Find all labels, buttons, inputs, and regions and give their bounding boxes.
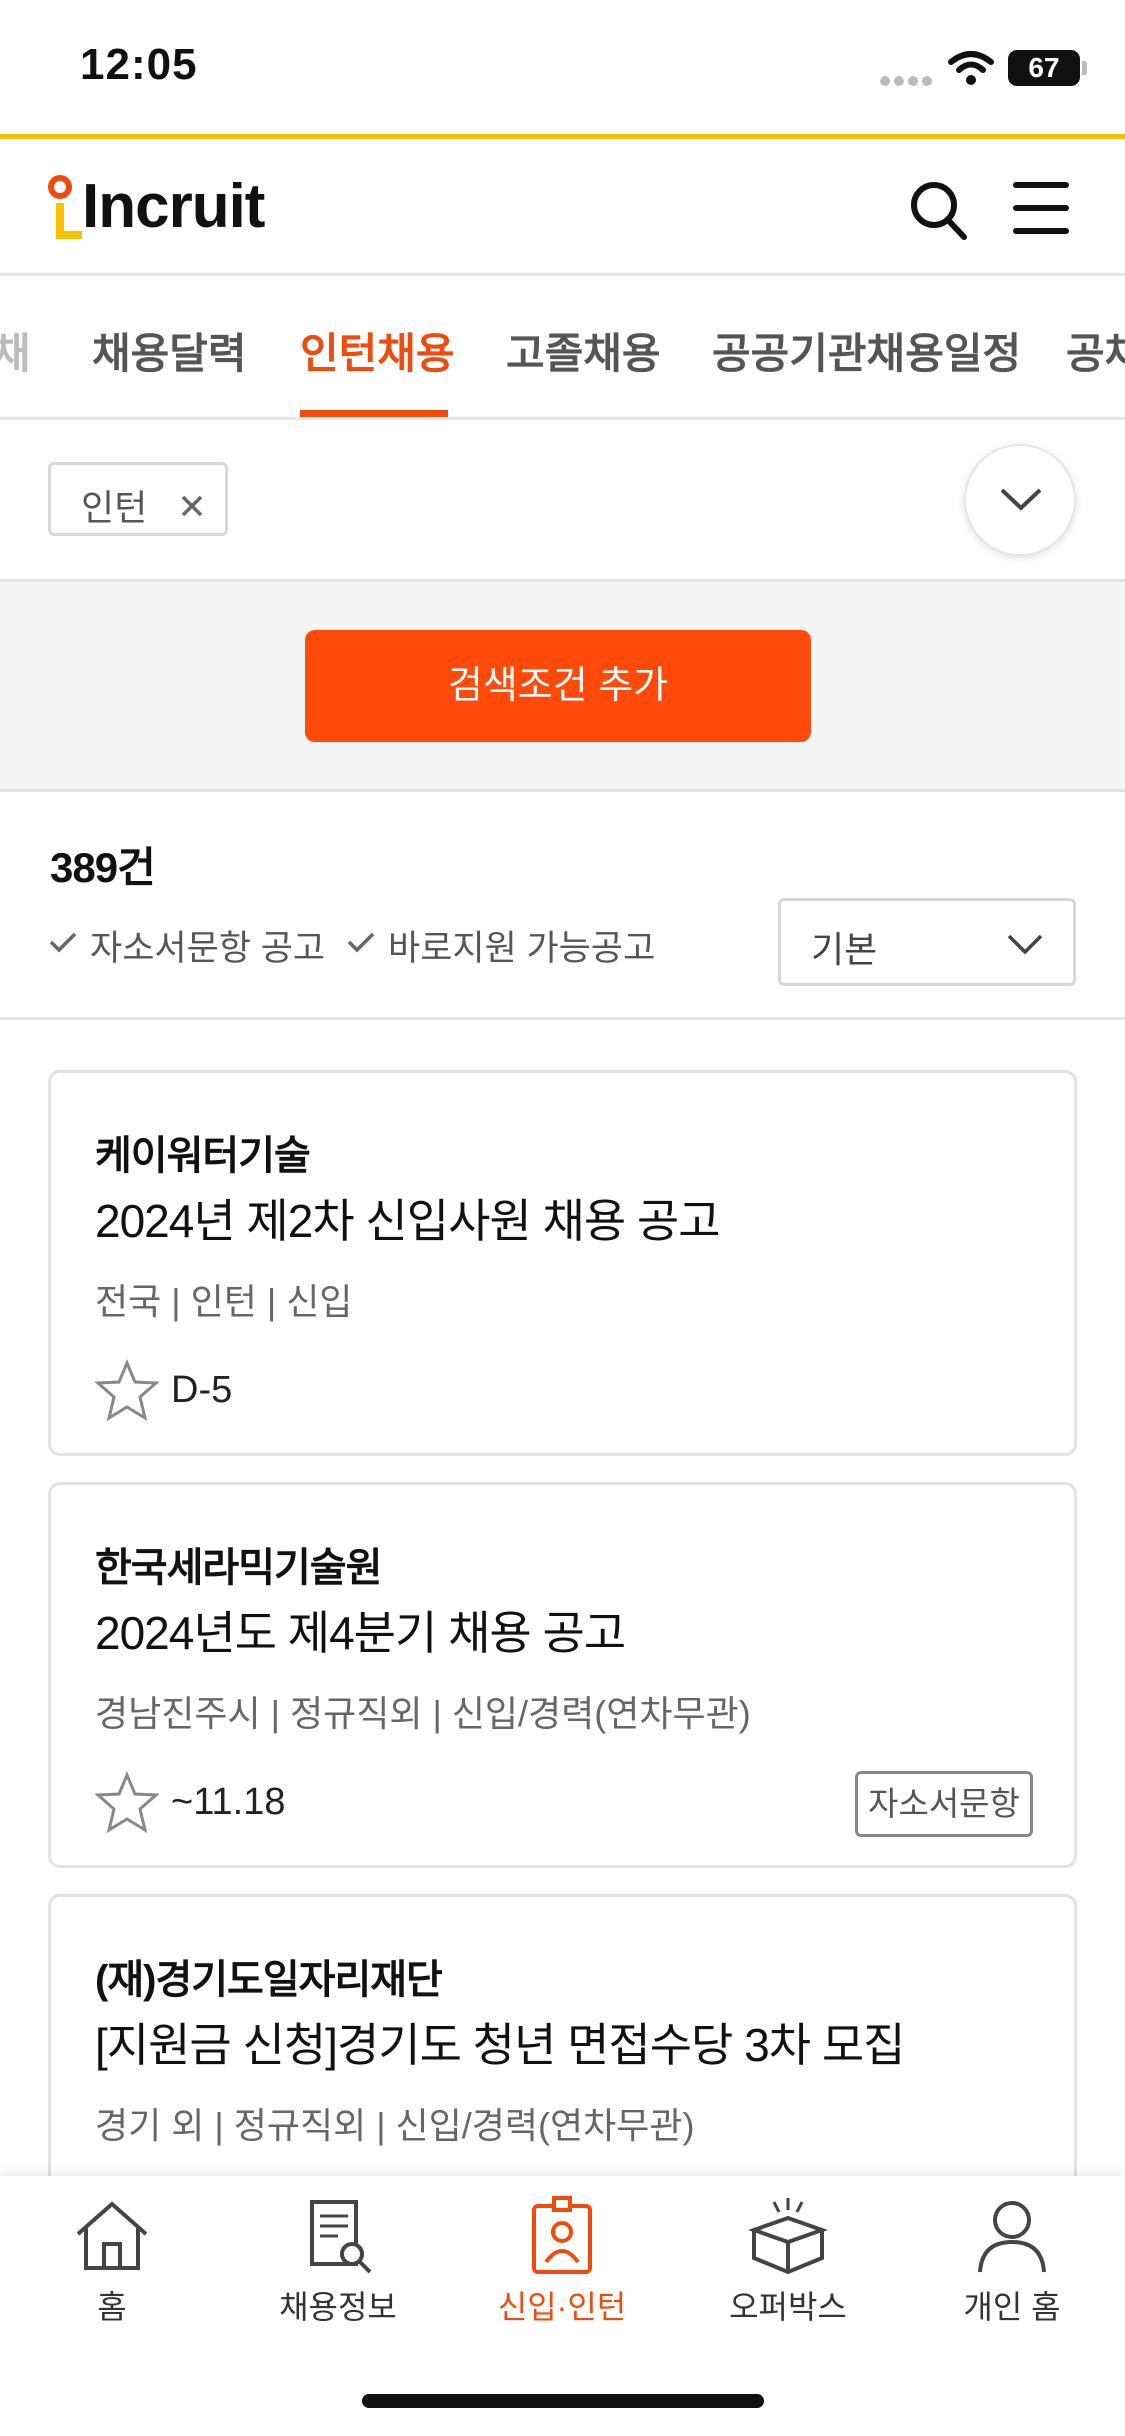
id-badge-icon bbox=[532, 2196, 592, 2274]
tab-public-schedule[interactable]: 공공기관채용일정 bbox=[712, 320, 1021, 381]
cellular-signal-icon bbox=[880, 73, 936, 86]
chevron-down-icon bbox=[1007, 934, 1043, 955]
job-card[interactable]: 케이워터기술 2024년 제2차 신입사원 채용 공고 전국 | 인턴 | 신입… bbox=[48, 1070, 1077, 1456]
app-header: Incruit bbox=[0, 134, 1125, 276]
chevron-down-icon bbox=[1000, 488, 1042, 511]
star-icon[interactable] bbox=[95, 1359, 159, 1423]
nav-offer-box-label: 오퍼박스 bbox=[729, 2289, 847, 2325]
status-bar: 12:05 67 bbox=[0, 0, 1125, 134]
nav-intern-label: 신입·인턴 bbox=[497, 2289, 627, 2325]
direct-apply-filter-label: 바로지원 가능공고 bbox=[388, 929, 656, 968]
job-company: 케이워터기술 bbox=[95, 1134, 311, 1178]
status-time: 12:05 bbox=[80, 40, 198, 89]
close-icon[interactable] bbox=[177, 491, 207, 521]
search-icon[interactable] bbox=[908, 177, 968, 241]
person-icon bbox=[978, 2201, 1046, 2273]
tab-intern[interactable]: 인턴채용 bbox=[300, 320, 455, 381]
star-icon[interactable] bbox=[95, 1771, 159, 1835]
expand-filter-button[interactable] bbox=[964, 444, 1076, 556]
job-deadline: D-5 bbox=[171, 1369, 233, 1411]
nav-intern[interactable]: 신입·인턴 bbox=[472, 2196, 652, 2346]
job-meta: 전국 | 인턴 | 신입 bbox=[95, 1281, 353, 1322]
essay-question-filter[interactable]: 자소서문항 공고 bbox=[48, 920, 338, 968]
battery-indicator: 67 bbox=[1008, 50, 1080, 86]
home-indicator[interactable] bbox=[362, 2394, 764, 2408]
job-meta: 경기 외 | 정규직외 | 신입/경력(연차무관) bbox=[95, 2105, 695, 2146]
job-meta: 경남진주시 | 정규직외 | 신입/경력(연차무관) bbox=[95, 1693, 751, 1734]
tab-highschool[interactable]: 고졸채용 bbox=[506, 320, 661, 381]
active-tab-indicator bbox=[300, 410, 448, 417]
essay-question-badge: 자소서문항 bbox=[855, 1771, 1033, 1837]
job-deadline: ~11.18 bbox=[171, 1781, 286, 1823]
nav-job-info[interactable]: 채용정보 bbox=[248, 2196, 428, 2346]
add-search-condition-button[interactable]: 검색조건 추가 bbox=[305, 630, 811, 742]
job-title[interactable]: 2024년 제2차 신입사원 채용 공고 bbox=[95, 1185, 721, 1251]
nav-personal-home[interactable]: 개인 홈 bbox=[922, 2196, 1102, 2346]
check-icon bbox=[347, 932, 375, 953]
battery-cap bbox=[1082, 61, 1087, 75]
job-company: (재)경기도일자리재단 bbox=[95, 1958, 443, 2002]
nav-home[interactable]: 홈 bbox=[22, 2196, 202, 2346]
wifi-icon bbox=[948, 51, 994, 85]
sort-label: 기본 bbox=[811, 929, 878, 970]
offer-box-icon bbox=[747, 2198, 829, 2275]
incruit-logo[interactable]: Incruit bbox=[48, 167, 288, 247]
nav-job-info-label: 채용정보 bbox=[279, 2289, 397, 2325]
home-icon bbox=[76, 2201, 148, 2270]
hamburger-menu-icon[interactable] bbox=[1012, 179, 1070, 237]
tab-calendar[interactable]: 채용달력 bbox=[92, 320, 247, 381]
check-icon bbox=[49, 932, 77, 953]
category-tabs: 채 채용달력 인턴채용 고졸채용 공공기관채용일정 공채 bbox=[0, 276, 1125, 420]
tab-partial-left[interactable]: 채 bbox=[0, 320, 32, 381]
nav-home-label: 홈 bbox=[97, 2289, 127, 2325]
logo-text: Incruit bbox=[82, 172, 265, 241]
job-company: 한국세라믹기술원 bbox=[95, 1546, 382, 1590]
filter-row: 인턴 bbox=[0, 420, 1125, 582]
document-search-icon bbox=[310, 2200, 372, 2274]
job-title[interactable]: [지원금 신청]경기도 청년 면접수당 3차 모집 bbox=[95, 2009, 905, 2075]
nav-personal-home-label: 개인 홈 bbox=[963, 2289, 1061, 2325]
result-count: 389건 bbox=[50, 844, 156, 891]
sort-select[interactable]: 기본 bbox=[778, 898, 1076, 986]
tab-open-recruit[interactable]: 공채 bbox=[1066, 320, 1125, 381]
filter-chip-label: 인턴 bbox=[81, 487, 148, 528]
filter-chip[interactable]: 인턴 bbox=[48, 462, 228, 536]
search-condition-band: 검색조건 추가 bbox=[0, 582, 1125, 792]
nav-offer-box[interactable]: 오퍼박스 bbox=[698, 2196, 878, 2346]
essay-question-filter-label: 자소서문항 공고 bbox=[90, 929, 326, 968]
direct-apply-filter[interactable]: 바로지원 가능공고 bbox=[346, 920, 676, 968]
job-title[interactable]: 2024년도 제4분기 채용 공고 bbox=[95, 1597, 626, 1663]
job-card[interactable]: 한국세라믹기술원 2024년도 제4분기 채용 공고 경남진주시 | 정규직외 … bbox=[48, 1482, 1077, 1868]
result-header: 389건 자소서문항 공고 바로지원 가능공고 기본 bbox=[0, 792, 1125, 1020]
